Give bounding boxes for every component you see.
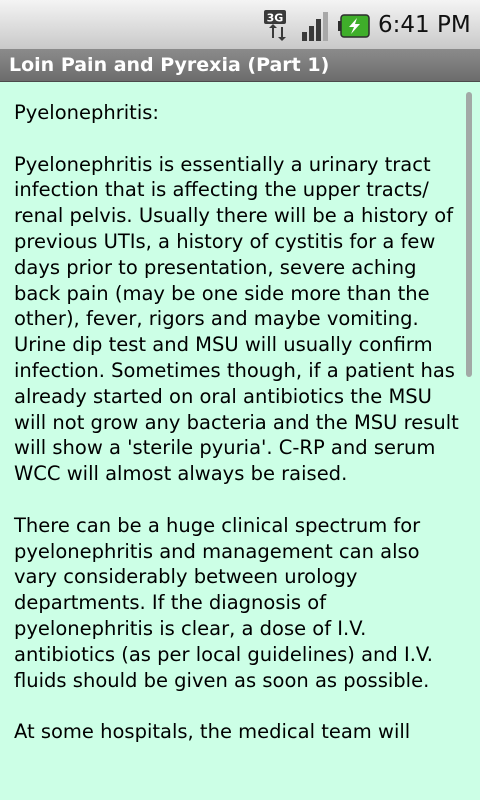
page-title: Loin Pain and Pyrexia (Part 1) (9, 54, 330, 76)
battery-charging-icon (338, 14, 370, 38)
scrollbar-thumb[interactable] (466, 92, 472, 377)
article-body: Pyelonephritis: Pyelonephritis is essent… (14, 100, 460, 771)
status-clock: 6:41 PM (378, 12, 471, 38)
svg-text:3G: 3G (267, 12, 284, 25)
article-paragraph: There can be a huge clinical spectrum fo… (14, 513, 433, 692)
title-bar: Loin Pain and Pyrexia (Part 1) (0, 50, 480, 82)
status-bar: 3G 6:41 PM (0, 0, 480, 50)
network-3g-icon: 3G (264, 10, 286, 41)
article-heading: Pyelonephritis: (14, 101, 159, 124)
signal-strength-icon (302, 12, 328, 41)
article-content[interactable]: Pyelonephritis: Pyelonephritis is essent… (0, 82, 480, 800)
article-paragraph: Pyelonephritis is essentially a urinary … (14, 152, 459, 486)
article-paragraph: At some hospitals, the medical team will (14, 720, 411, 744)
